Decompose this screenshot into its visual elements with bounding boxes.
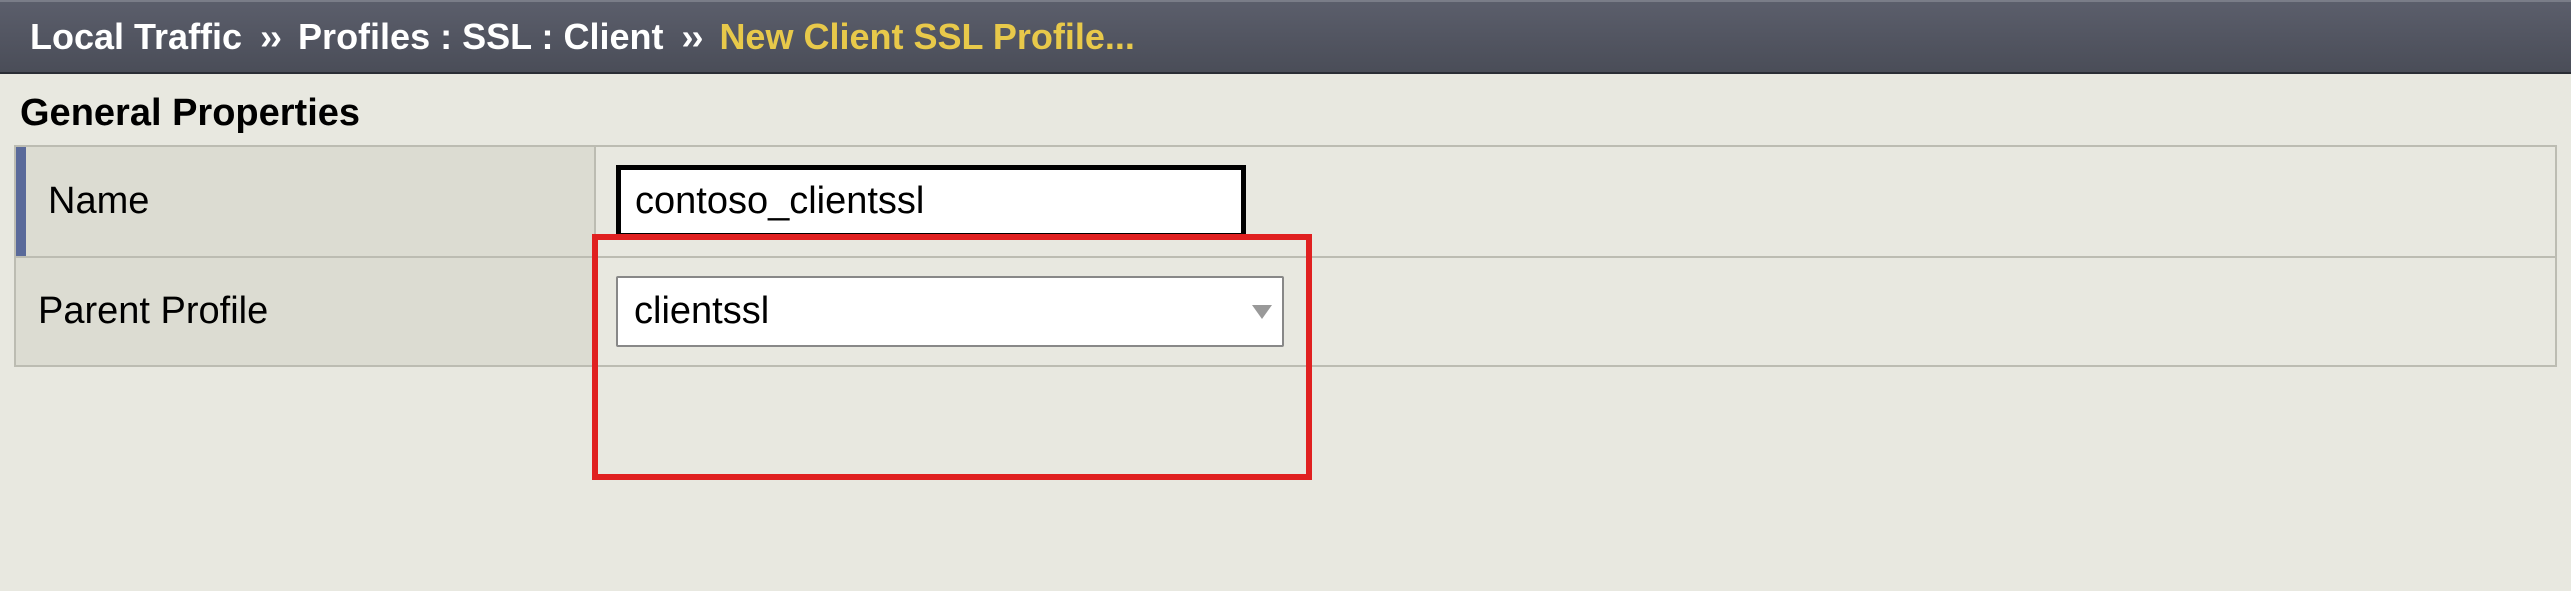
breadcrumb-current: New Client SSL Profile... xyxy=(719,16,1134,58)
field-label-parent-profile: Parent Profile xyxy=(15,257,595,366)
breadcrumb: Local Traffic ›› Profiles : SSL : Client… xyxy=(0,0,2571,74)
breadcrumb-root[interactable]: Local Traffic xyxy=(30,16,242,58)
field-value-cell xyxy=(595,146,2556,257)
field-label-name: Name xyxy=(15,146,595,257)
chevron-down-icon xyxy=(1242,305,1282,319)
section-title: General Properties xyxy=(14,92,2557,135)
table-row: Parent Profile clientssl xyxy=(15,257,2556,366)
select-value: clientssl xyxy=(618,278,1242,345)
table-row: Name xyxy=(15,146,2556,257)
properties-table: Name Parent Profile clientssl xyxy=(14,145,2557,367)
breadcrumb-separator-icon: ›› xyxy=(681,16,701,58)
breadcrumb-separator-icon: ›› xyxy=(260,16,280,58)
parent-profile-select[interactable]: clientssl xyxy=(616,276,1284,347)
breadcrumb-path[interactable]: Profiles : SSL : Client xyxy=(298,16,663,58)
field-value-cell: clientssl xyxy=(595,257,2556,366)
name-input[interactable] xyxy=(616,165,1246,238)
